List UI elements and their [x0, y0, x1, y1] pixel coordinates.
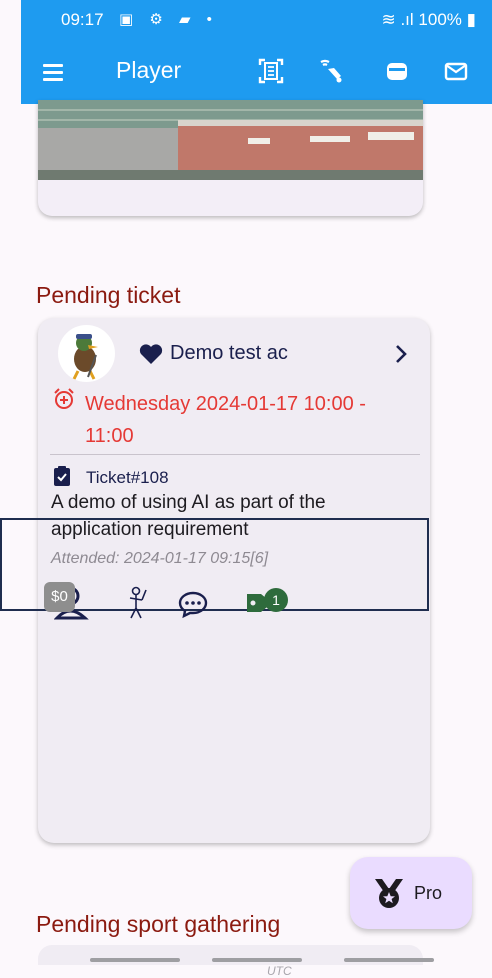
- avatar[interactable]: [58, 325, 115, 382]
- status-bar: 09:17 ▣ ⚙ ▰ • ≋ .ıl 100% ▮: [21, 0, 492, 42]
- golfer-icon[interactable]: [124, 586, 150, 620]
- gesture-bar-left: [90, 958, 180, 962]
- mail-icon[interactable]: [442, 57, 470, 85]
- ticket-datetime-line1: Wednesday 2024-01-17 10:00 -: [85, 393, 366, 415]
- pro-label: Pro: [414, 883, 443, 903]
- gathering-card-peek[interactable]: [38, 945, 423, 965]
- message-count-badge: 1: [264, 588, 288, 612]
- alarm-add-icon: [54, 388, 74, 409]
- signal-icon: .ıl: [400, 10, 414, 29]
- duck-avatar-image: [72, 334, 98, 380]
- heart-icon: [139, 344, 163, 364]
- status-right: ≋ .ıl 100% ▮: [381, 10, 476, 30]
- wifi-icon: ≋: [381, 10, 396, 29]
- menu-icon[interactable]: [43, 64, 63, 81]
- chat-bubble-icon[interactable]: [177, 589, 209, 619]
- gesture-bar-center: [212, 958, 302, 962]
- app-bar: Player: [21, 42, 492, 104]
- wallet-icon[interactable]: [383, 57, 411, 85]
- ticket-datetime-line2: 11:00: [85, 425, 134, 447]
- venue-photo: [38, 100, 423, 180]
- section-title-pending-gathering: Pending sport gathering: [36, 911, 281, 937]
- clipboard-check-icon: [54, 466, 70, 486]
- venue-image-card[interactable]: [38, 100, 423, 216]
- medal-star-icon: [375, 879, 403, 908]
- battery-text: 100%: [418, 10, 462, 29]
- ticket-description-line1: A demo of using AI as part of the: [51, 492, 326, 513]
- section-title-pending-ticket: Pending ticket: [36, 282, 181, 308]
- scan-document-icon[interactable]: [257, 57, 285, 85]
- nfc-tap-icon[interactable]: [317, 57, 345, 85]
- chevron-right-icon[interactable]: [390, 342, 412, 366]
- app-title: Player: [116, 57, 182, 83]
- gesture-bar-right: [344, 958, 434, 962]
- notification-icons: ▣ ⚙ ▰ •: [119, 11, 218, 28]
- status-time: 09:17: [61, 10, 104, 29]
- ticket-datetime: Wednesday 2024-01-17 10:00 - 11:00: [85, 388, 400, 452]
- price-badge: $0: [44, 582, 75, 612]
- divider: [50, 454, 420, 455]
- user-name: Demo test ac: [170, 342, 288, 364]
- ticket-number: Ticket#108: [86, 468, 169, 487]
- pro-button[interactable]: Pro: [350, 857, 472, 929]
- battery-icon: ▮: [466, 10, 476, 29]
